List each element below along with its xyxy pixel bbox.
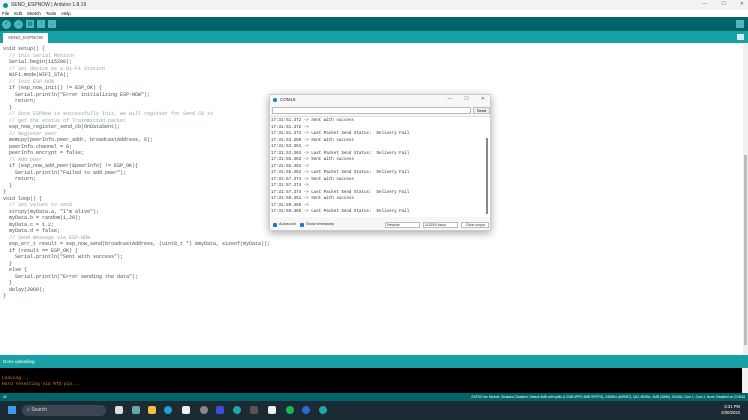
serial-monitor-controls: — ☐ ✕ [447, 96, 485, 102]
serial-monitor-footer: Autoscroll Show timestamp Newline 115200… [270, 222, 490, 230]
console-scrollbar[interactable] [742, 368, 748, 393]
baud-rate-select[interactable]: 115200 baud [423, 222, 458, 228]
arduino-logo-icon [273, 97, 277, 102]
minimize-button[interactable]: — [702, 1, 707, 7]
console-output: Leaving... Hard resetting via RTS pin... [0, 368, 742, 393]
menu-help[interactable]: Help [61, 11, 70, 16]
taskbar [0, 401, 748, 420]
menu-file[interactable]: File [2, 11, 9, 16]
date: 6/30/2023 [721, 410, 740, 415]
arduino-logo-icon [3, 2, 8, 8]
serial-monitor-title: COM18 [280, 97, 296, 102]
send-button[interactable]: Send [473, 107, 490, 114]
toolbar: ✓ → ▤ ↑ ↓ [0, 17, 748, 31]
new-button[interactable]: ▤ [26, 20, 34, 28]
bottom-status-bar: 49 ESP32 Dev Module, Disabled, Disabled,… [0, 393, 748, 401]
close-button[interactable]: ✕ [740, 1, 744, 7]
autoscroll-label: Autoscroll [279, 222, 296, 226]
taskbar-search[interactable]: ⌕ Search [22, 405, 106, 416]
menu-tools[interactable]: Tools [46, 11, 57, 16]
window-title: SEND_ESPNOW | Arduino 1.8.19 [11, 2, 87, 8]
menu-edit[interactable]: Edit [14, 11, 22, 16]
clear-output-button[interactable]: Clear output [461, 222, 489, 228]
serial-output[interactable]: 17:31:51.372 -> Sent with success 17:31:5… [270, 116, 490, 217]
upload-button[interactable]: → [14, 19, 23, 29]
windows-start-icon[interactable] [8, 406, 16, 414]
tab-bar [0, 31, 748, 43]
save-button[interactable]: ↓ [48, 20, 56, 28]
title-bar: SEND_ESPNOW | Arduino 1.8.19 [0, 0, 748, 10]
app-icon[interactable] [268, 406, 276, 414]
console-line: Hard resetting via RTS pin... [2, 382, 81, 387]
close-button[interactable]: ✕ [481, 96, 485, 102]
code-line: } [3, 293, 7, 299]
spotify-icon[interactable] [286, 406, 294, 414]
serial-output-scrollbar[interactable] [486, 138, 488, 214]
status-message: Done uploading [0, 355, 748, 368]
serial-input[interactable] [272, 107, 471, 114]
line-ending-select[interactable]: Newline [385, 222, 420, 228]
serial-monitor-button[interactable] [736, 20, 744, 28]
menu-sketch[interactable]: Sketch [27, 11, 41, 16]
serial-output-line: 17:31:59.365 -> Last Packet Send Status:… [271, 210, 410, 214]
clock[interactable]: 5:31 PM 6/30/2023 [721, 404, 740, 416]
app-icon[interactable] [216, 406, 224, 414]
file-explorer-icon[interactable] [148, 406, 156, 414]
arduino-icon[interactable] [319, 406, 327, 414]
show-timestamp-checkbox[interactable] [300, 223, 304, 227]
serial-monitor-window: COM18 — ☐ ✕ Send 17:31:51.372 -> Sent with… [269, 94, 491, 231]
maximize-button[interactable]: ☐ [721, 1, 725, 7]
maximize-button[interactable]: ☐ [464, 96, 468, 102]
app-icon[interactable] [250, 406, 258, 414]
board-info: ESP32 Dev Module, Disabled, Disabled, De… [471, 395, 745, 399]
menu-bar: File Edit Sketch Tools Help [0, 10, 748, 17]
app-icon[interactable] [200, 406, 208, 414]
store-icon[interactable] [182, 406, 190, 414]
autoscroll-checkbox[interactable] [273, 223, 277, 227]
tab-menu-button[interactable] [737, 34, 744, 40]
show-timestamp-label: Show timestamp [306, 222, 335, 226]
app-icon[interactable] [132, 406, 140, 414]
task-view-icon[interactable] [115, 406, 123, 414]
minimize-button[interactable]: — [447, 96, 452, 102]
arduino-icon[interactable] [233, 406, 241, 414]
search-label: Search [31, 407, 48, 413]
editor-scroll-thumb[interactable] [744, 155, 747, 345]
window-controls: — ☐ ✕ [702, 1, 744, 7]
steam-icon[interactable] [302, 406, 310, 414]
edge-icon[interactable] [164, 406, 172, 414]
code-line: esp_err_t result = esp_now_send(broadcas… [3, 241, 271, 247]
tab-send-espnow[interactable]: SEND_ESPNOW [3, 33, 49, 43]
open-button[interactable]: ↑ [37, 20, 45, 28]
code-text[interactable]: void setup() { // Init Serial Monitor Se… [3, 46, 270, 300]
verify-button[interactable]: ✓ [2, 19, 11, 29]
line-number: 49 [3, 395, 7, 399]
